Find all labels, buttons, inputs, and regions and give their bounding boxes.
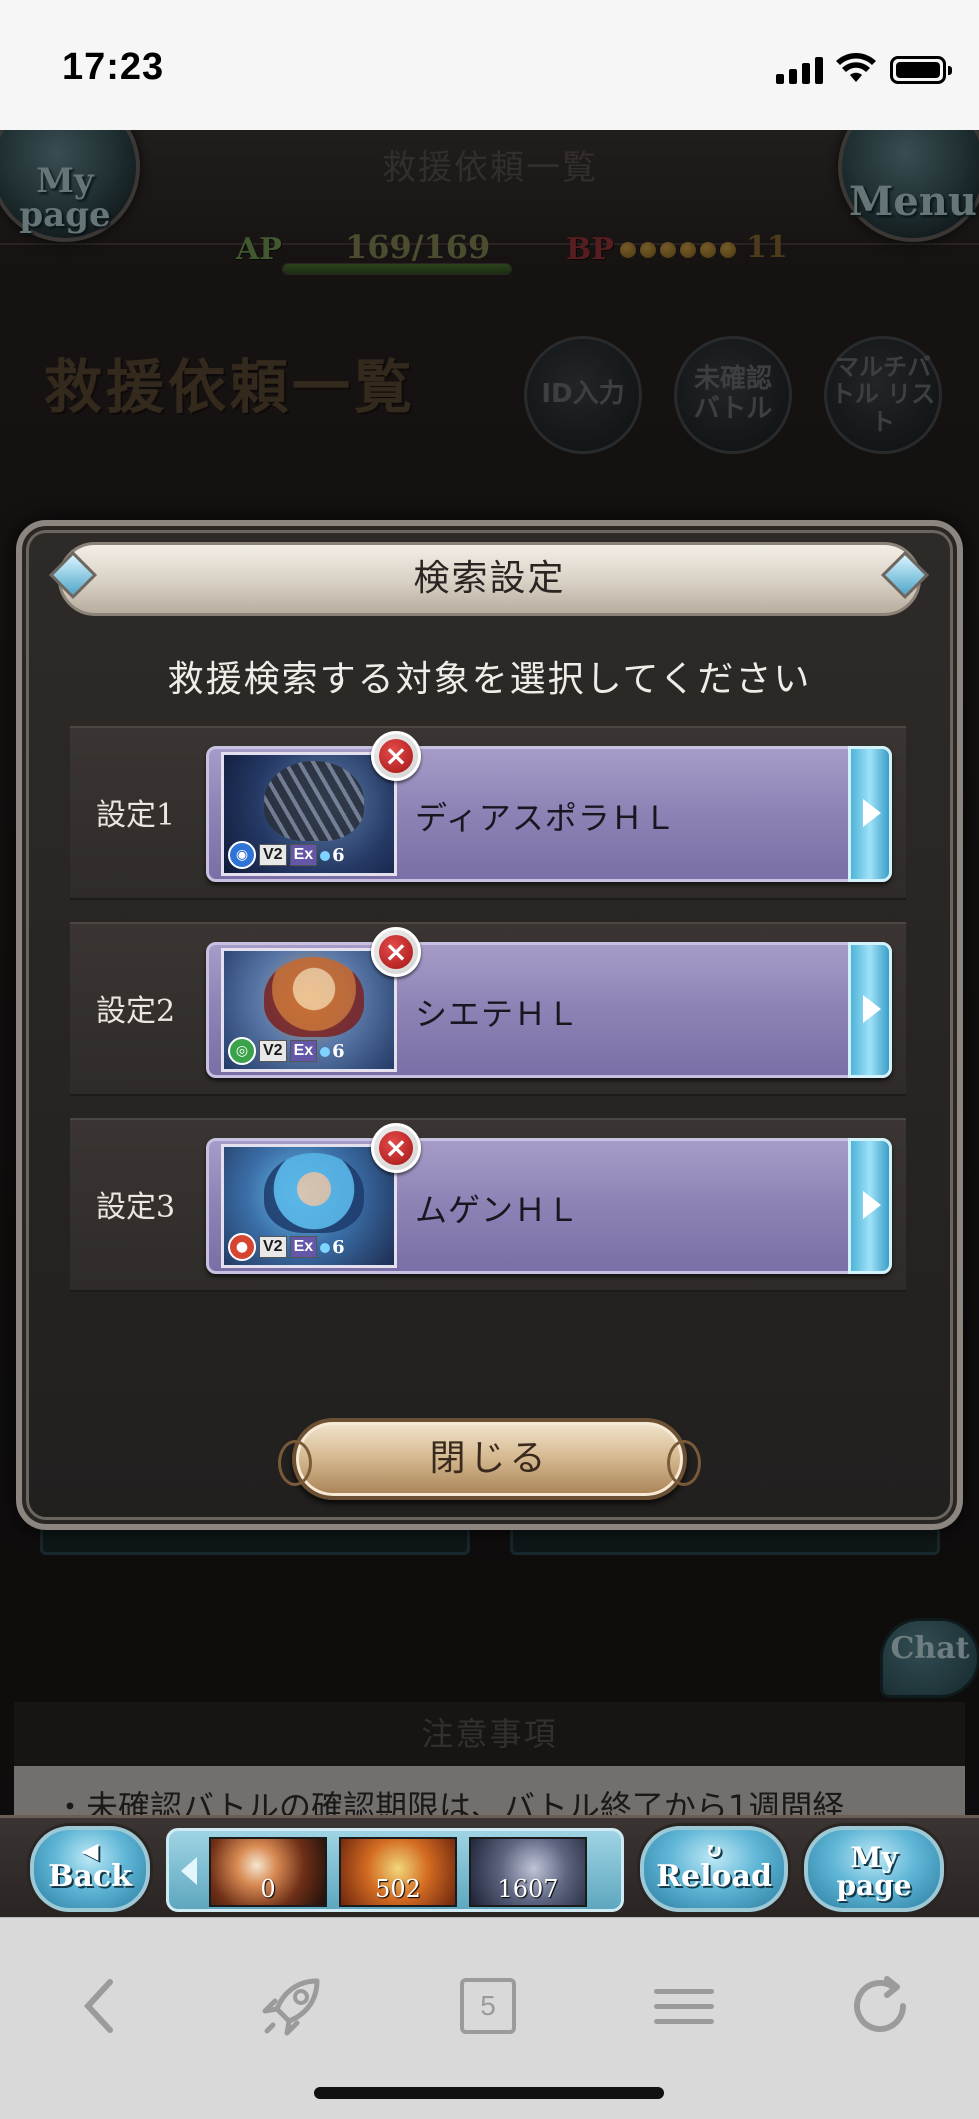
- player-icon: [320, 1242, 331, 1253]
- raid-target-card[interactable]: ● V2 Ex 6 × ムゲンＨＬ: [206, 1123, 892, 1274]
- select-arrow-button[interactable]: [848, 1138, 892, 1274]
- item-count: 1607: [497, 1875, 559, 1903]
- mypage-button[interactable]: My page: [804, 1826, 944, 1912]
- raid-name: シエテＨＬ: [415, 995, 581, 1033]
- reload-icon: [854, 1976, 906, 2032]
- home-indicator: [314, 2087, 664, 2099]
- modal-title: 検索設定: [58, 542, 921, 616]
- menu-button[interactable]: [644, 1966, 724, 2046]
- v2-tag: V2: [259, 844, 287, 866]
- browser-back-button[interactable]: [58, 1966, 138, 2046]
- raid-thumbnail: ● V2 Ex 6: [221, 1144, 397, 1268]
- close-icon: ×: [384, 1131, 408, 1164]
- remove-target-button[interactable]: ×: [371, 927, 421, 977]
- previous-arrow-icon[interactable]: [181, 1857, 197, 1885]
- game-bottom-nav: ◀ Back 0 502 1607 ↻ Reload My page: [0, 1815, 979, 1917]
- rocket-icon: [262, 1978, 320, 2036]
- player-icon: [320, 1046, 331, 1057]
- v2-tag: V2: [259, 1040, 287, 1062]
- raid-target-card[interactable]: ◉ V2 Ex 6 × ディアスポラＨＬ: [206, 731, 892, 882]
- setting-row-1: 設定1 ◉ V2 Ex 6 × ディアスポラＨＬ: [70, 726, 906, 900]
- item-shortcut[interactable]: 1607: [469, 1837, 587, 1907]
- hamburger-icon: [654, 1988, 714, 1994]
- raid-thumbnail: ◉ V2 Ex 6: [221, 752, 397, 876]
- item-count: 502: [375, 1875, 421, 1903]
- player-icon: [320, 850, 331, 861]
- reload-label: Reload: [656, 1859, 772, 1894]
- setting-row-2: 設定2 ◎ V2 Ex 6 × シエテＨＬ: [70, 922, 906, 1096]
- player-count: 6: [320, 845, 345, 866]
- raid-thumbnail: ◎ V2 Ex 6: [221, 948, 397, 1072]
- back-button[interactable]: ◀ Back: [30, 1826, 150, 1912]
- tabs-button[interactable]: 5: [448, 1966, 528, 2046]
- rocket-button[interactable]: [252, 1966, 332, 2046]
- raid-target-card[interactable]: ◎ V2 Ex 6 × シエテＨＬ: [206, 927, 892, 1078]
- item-shortcut[interactable]: 0: [209, 1837, 327, 1907]
- battery-icon: [890, 56, 952, 84]
- player-count: 6: [320, 1041, 345, 1062]
- raid-name: ムゲンＨＬ: [415, 1191, 581, 1229]
- select-arrow-button[interactable]: [848, 746, 892, 882]
- chevron-left-icon: [83, 1979, 113, 2033]
- browser-reload-button[interactable]: [840, 1966, 920, 2046]
- cellular-signal-icon: [776, 56, 823, 84]
- reload-button[interactable]: ↻ Reload: [640, 1826, 788, 1912]
- search-settings-modal: 検索設定 救援検索する対象を選択してください 設定1 ◉ V2 Ex 6 × デ…: [16, 520, 963, 1530]
- status-bar: 17:23: [0, 0, 979, 130]
- select-arrow-button[interactable]: [848, 942, 892, 1078]
- fire-element-icon: ●: [228, 1233, 256, 1261]
- status-time: 17:23: [62, 46, 165, 88]
- item-shortcut[interactable]: 502: [339, 1837, 457, 1907]
- raid-name: ディアスポラＨＬ: [415, 799, 677, 837]
- setting-label: 設定3: [96, 1190, 176, 1225]
- player-count: 6: [320, 1237, 345, 1258]
- mypage-label: My page: [836, 1841, 912, 1902]
- setting-label: 設定2: [96, 994, 176, 1029]
- water-element-icon: ◉: [228, 841, 256, 869]
- ex-tag: Ex: [289, 1236, 318, 1258]
- close-icon: ×: [384, 935, 408, 968]
- wifi-icon: [836, 53, 876, 82]
- close-button[interactable]: 閉じる: [278, 1418, 701, 1500]
- v2-tag: V2: [259, 1236, 287, 1258]
- item-shortcut-bar: 0 502 1607: [166, 1828, 624, 1912]
- setting-row-3: 設定3 ● V2 Ex 6 × ムゲンＨＬ: [70, 1118, 906, 1292]
- tab-count: 5: [460, 1978, 516, 2034]
- back-label: Back: [48, 1859, 132, 1894]
- game-view: 救援依頼一覧 My page Menu AP 169/169 BP 11 救援依…: [0, 130, 979, 1917]
- ex-tag: Ex: [289, 1040, 318, 1062]
- item-count: 0: [260, 1875, 276, 1903]
- wind-element-icon: ◎: [228, 1037, 256, 1065]
- setting-label: 設定1: [96, 798, 176, 833]
- ex-tag: Ex: [289, 844, 318, 866]
- remove-target-button[interactable]: ×: [371, 1123, 421, 1173]
- modal-subtitle: 救援検索する対象を選択してください: [167, 659, 812, 700]
- close-icon: ×: [384, 739, 408, 772]
- remove-target-button[interactable]: ×: [371, 731, 421, 781]
